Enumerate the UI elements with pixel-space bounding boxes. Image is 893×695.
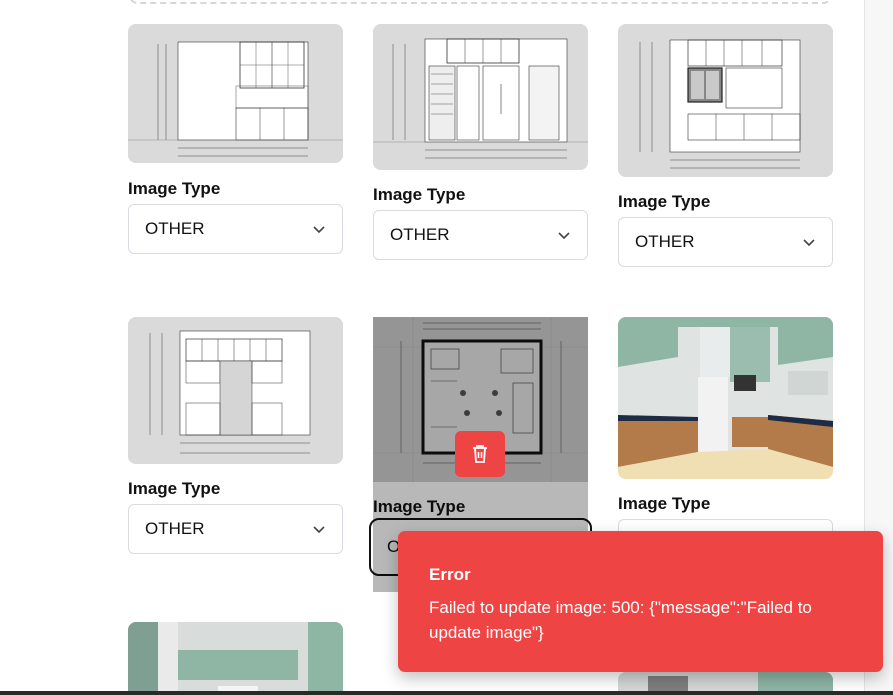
upload-dropzone[interactable] (128, 0, 833, 4)
chevron-down-icon (313, 526, 325, 534)
image-card: Image Type OTHER (618, 24, 833, 267)
image-thumbnail[interactable] (128, 622, 343, 695)
image-type-select[interactable]: OTHER (618, 217, 833, 267)
kitchen-3d-render-icon (618, 317, 833, 479)
image-type-label: Image Type (373, 185, 466, 204)
kitchen-3d-render-icon (128, 622, 343, 695)
chevron-down-icon (313, 226, 325, 234)
image-card: Image Type OTHER (128, 317, 343, 554)
image-gallery-page: Image Type OTHER Image Type OTHER Image … (0, 0, 893, 695)
chevron-down-icon (558, 232, 570, 240)
image-card (128, 622, 343, 695)
image-type-value: OTHER (390, 225, 450, 244)
image-type-select[interactable]: OTHER (128, 504, 343, 554)
image-thumbnail[interactable] (128, 317, 343, 464)
kitchen-elevation-drawing-icon (618, 24, 833, 177)
image-type-select[interactable]: OTHER (128, 204, 343, 254)
image-thumbnail[interactable] (128, 24, 343, 163)
image-thumbnail[interactable] (373, 24, 588, 170)
toast-title: Error (429, 565, 471, 584)
image-type-value: OTHER (635, 232, 695, 251)
kitchen-elevation-drawing-icon (128, 317, 343, 464)
delete-image-button[interactable] (455, 431, 505, 477)
image-type-value: OTHER (145, 219, 205, 238)
image-card: Image Type OTHER (128, 24, 343, 254)
taskbar-edge (0, 691, 893, 695)
image-type-label: Image Type (128, 479, 221, 498)
trash-icon (473, 445, 487, 463)
chevron-down-icon (803, 239, 815, 247)
image-thumbnail[interactable] (618, 317, 833, 479)
image-type-label: Image Type (618, 192, 711, 211)
image-card: Image Type (618, 317, 833, 569)
kitchen-elevation-drawing-icon (373, 24, 588, 170)
image-type-label: Image Type (618, 494, 711, 513)
toast-message: Failed to update image: 500: {"message":… (429, 598, 812, 642)
image-card: Image Type OTHER (373, 24, 588, 260)
image-type-label: Image Type (128, 179, 221, 198)
error-toast[interactable]: Error Failed to update image: 500: {"mes… (398, 531, 883, 672)
image-thumbnail[interactable] (618, 24, 833, 177)
image-type-label: Image Type (373, 497, 466, 516)
image-type-value: OTHER (145, 519, 205, 538)
kitchen-elevation-drawing-icon (128, 24, 343, 163)
image-type-select[interactable]: OTHER (373, 210, 588, 260)
